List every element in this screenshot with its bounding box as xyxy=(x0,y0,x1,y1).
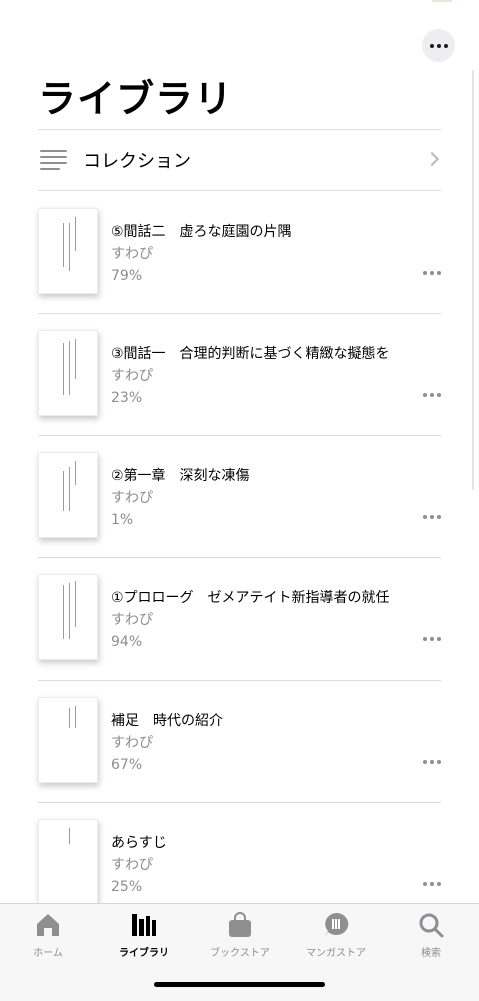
book-author: すわぴ xyxy=(111,735,153,751)
tab-label: ブックストア xyxy=(210,948,270,959)
book-cover xyxy=(38,819,98,905)
more-options-button[interactable] xyxy=(422,29,455,62)
book-item[interactable]: ③間話一 合理的判断に基づく精緻な擬態を すわぴ 23% xyxy=(38,313,441,435)
book-item[interactable]: ②第一章 深刻な凍傷 すわぴ 1% xyxy=(38,435,441,557)
book-title: ②第一章 深刻な凍傷 xyxy=(111,468,250,484)
tab-library[interactable]: ライブラリ xyxy=(96,904,192,966)
list-icon xyxy=(40,149,67,171)
book-more-button[interactable] xyxy=(423,515,441,519)
book-cover xyxy=(38,330,98,416)
book-progress: 79% xyxy=(111,268,143,284)
search-icon xyxy=(419,913,444,938)
book-title: ③間話一 合理的判断に基づく精緻な擬態を xyxy=(111,346,390,362)
collections-label: コレクション xyxy=(83,151,191,172)
book-progress: 23% xyxy=(111,390,143,406)
collections-row[interactable]: コレクション xyxy=(38,130,441,190)
tab-home[interactable]: ホーム xyxy=(0,904,96,966)
tab-label: ホーム xyxy=(33,948,63,959)
ellipsis-icon xyxy=(423,882,427,886)
book-item[interactable]: ①プロローグ ゼメアテイト新指導者の就任 すわぴ 94% xyxy=(38,557,441,679)
book-progress: 94% xyxy=(111,634,143,650)
book-author: すわぴ xyxy=(111,368,153,384)
book-more-button[interactable] xyxy=(423,882,441,886)
book-title: ①プロローグ ゼメアテイト新指導者の就任 xyxy=(111,590,390,606)
tab-manga-store[interactable]: マンガストア xyxy=(288,904,384,966)
page-title: ライブラリ xyxy=(38,77,234,121)
book-author: すわぴ xyxy=(111,612,153,628)
tab-label: ライブラリ xyxy=(119,948,169,959)
library-icon xyxy=(132,914,156,936)
book-cover xyxy=(38,452,98,538)
book-cover xyxy=(38,697,98,783)
book-item[interactable]: 補足 時代の紹介 すわぴ 67% xyxy=(38,680,441,802)
ellipsis-icon xyxy=(429,43,434,48)
ellipsis-icon xyxy=(423,271,427,275)
book-author: すわぴ xyxy=(111,490,153,506)
manga-icon xyxy=(325,912,349,937)
book-cover xyxy=(38,208,98,294)
status-indicator xyxy=(432,0,452,2)
tab-label: マンガストア xyxy=(306,948,366,959)
book-author: すわぴ xyxy=(111,857,153,873)
home-indicator[interactable] xyxy=(154,982,325,987)
book-author: すわぴ xyxy=(111,246,153,262)
ellipsis-icon xyxy=(423,393,427,397)
book-more-button[interactable] xyxy=(423,271,441,275)
book-title: 補足 時代の紹介 xyxy=(111,713,223,729)
ellipsis-icon xyxy=(423,515,427,519)
ellipsis-icon xyxy=(423,637,427,641)
tab-search[interactable]: 検索 xyxy=(383,904,479,966)
book-title: ⑤間話二 虚ろな庭園の片隅 xyxy=(111,224,292,240)
book-title: あらすじ xyxy=(111,835,167,851)
tab-label: 検索 xyxy=(421,948,441,959)
ellipsis-icon xyxy=(423,760,427,764)
book-cover xyxy=(38,574,98,660)
tab-bookstore[interactable]: ブックストア xyxy=(192,904,288,966)
home-icon xyxy=(37,914,59,936)
book-progress: 67% xyxy=(111,757,143,773)
book-progress: 1% xyxy=(111,512,134,528)
scroll-indicator[interactable] xyxy=(472,70,474,490)
book-more-button[interactable] xyxy=(423,760,441,764)
shopping-bag-icon xyxy=(229,912,251,937)
book-more-button[interactable] xyxy=(423,637,441,641)
chevron-right-icon xyxy=(424,151,440,167)
book-progress: 25% xyxy=(111,879,143,895)
book-item[interactable]: ⑤間話二 虚ろな庭園の片隅 すわぴ 79% xyxy=(38,191,441,313)
book-more-button[interactable] xyxy=(423,393,441,397)
